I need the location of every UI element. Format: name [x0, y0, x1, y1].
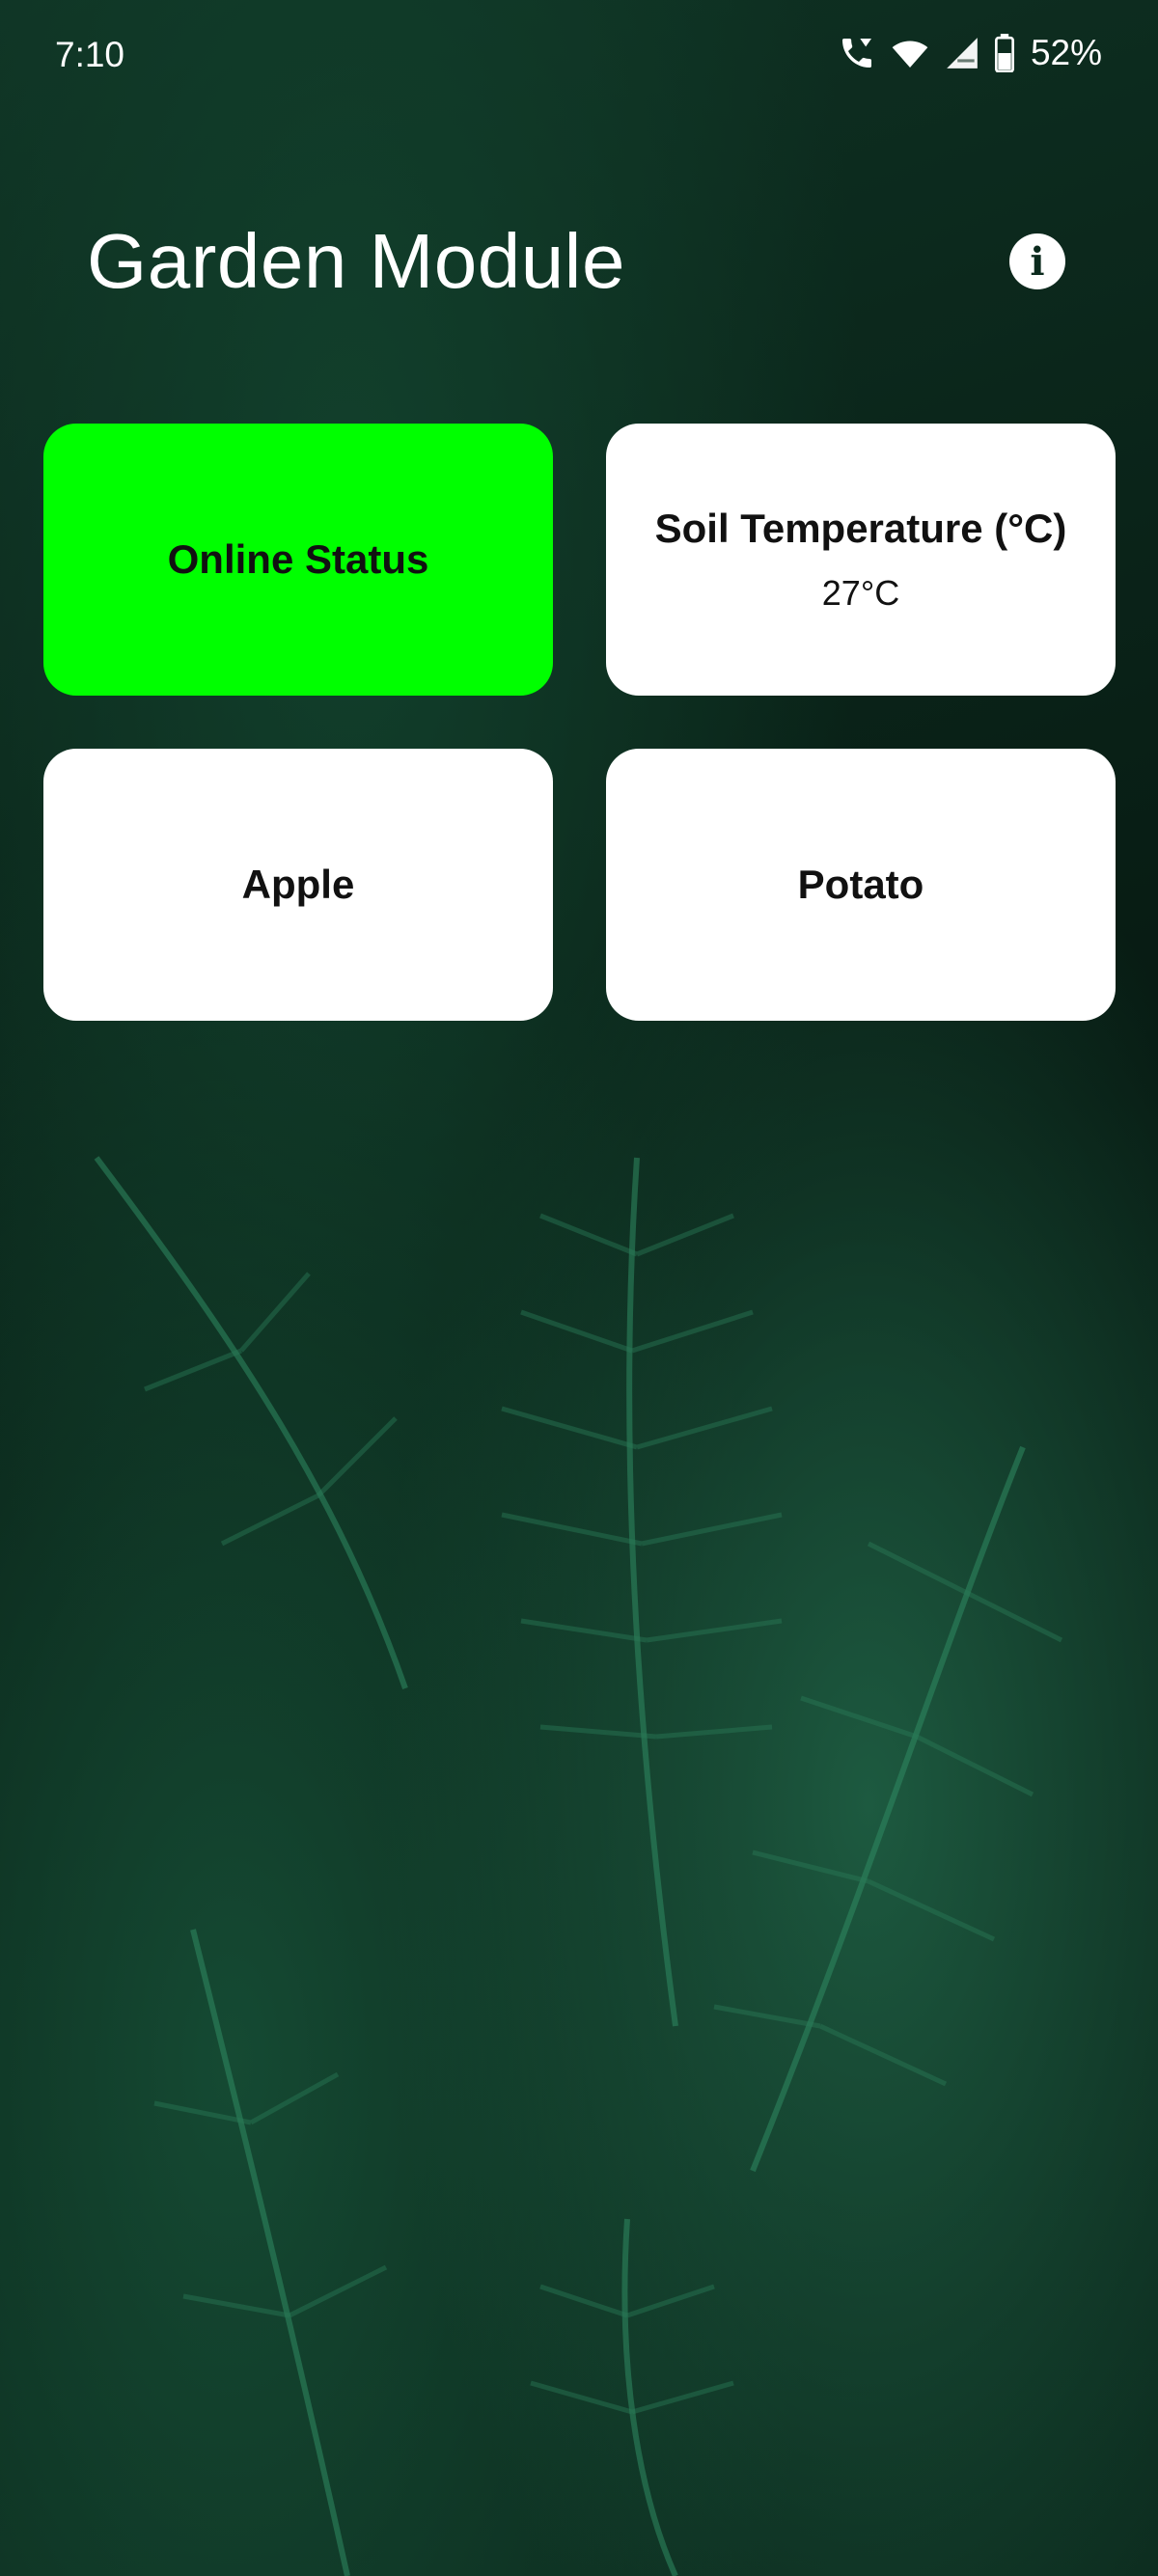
status-time: 7:10 — [55, 35, 125, 74]
soil-temperature-card[interactable]: Soil Temperature (°C) 27°C — [606, 424, 1116, 696]
potato-label: Potato — [797, 862, 924, 907]
online-status-card[interactable]: Online Status — [43, 424, 553, 696]
wifi-call-icon — [841, 39, 871, 68]
info-button[interactable]: i — [1009, 233, 1065, 289]
battery-icon — [994, 34, 1014, 72]
status-icons: 52% — [838, 33, 1102, 73]
wifi-icon — [892, 41, 928, 68]
signal-icon — [947, 38, 978, 69]
soil-temperature-value: 27°C — [821, 573, 900, 613]
info-icon: i — [1030, 238, 1045, 285]
fern-background — [0, 0, 1158, 2576]
page-title: Garden Module — [87, 218, 625, 304]
battery-percentage: 52% — [1030, 33, 1102, 72]
apple-label: Apple — [241, 862, 355, 907]
apple-card[interactable]: Apple — [43, 749, 553, 1021]
potato-card[interactable]: Potato — [606, 749, 1116, 1021]
online-status-label: Online Status — [167, 536, 429, 582]
soil-temperature-label: Soil Temperature (°C) — [654, 506, 1067, 551]
status-bar: 7:10 52% — [0, 0, 1158, 116]
